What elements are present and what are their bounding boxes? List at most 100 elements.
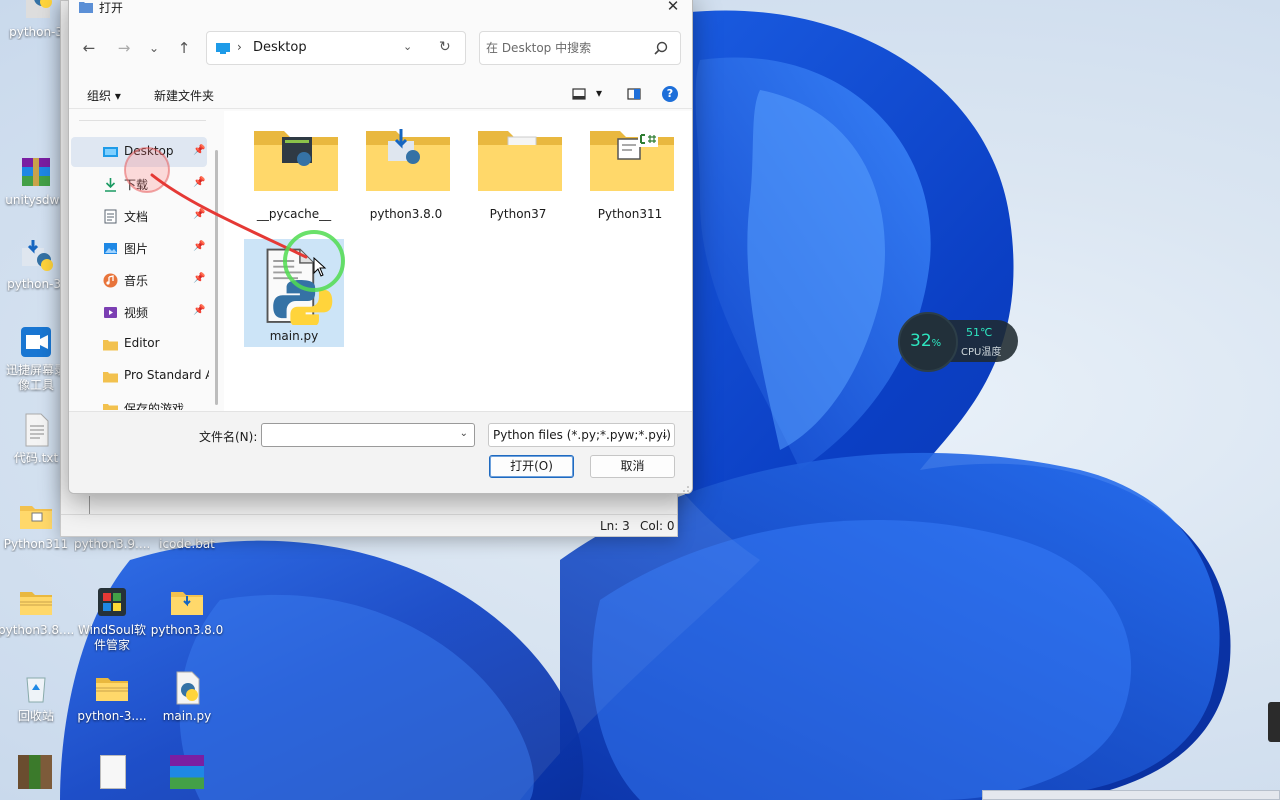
navigation-pane-scrollbar[interactable] — [215, 150, 218, 405]
sidebar-item-downloads[interactable]: 下载 📌 — [71, 169, 207, 199]
filename-input[interactable] — [266, 426, 446, 444]
folder-icon — [169, 584, 205, 620]
view-mode-icon[interactable] — [572, 88, 586, 100]
folder-icon — [590, 131, 674, 191]
desktop-icon-python38-zip[interactable]: python3.8.... — [0, 584, 74, 638]
file-item-label: Python37 — [489, 207, 547, 221]
desktop-icon-python380[interactable]: python3.8.0 — [149, 584, 225, 638]
sidebar-item-editor[interactable]: Editor — [71, 329, 207, 359]
desktop-icon-label: python3.9.... — [74, 537, 150, 551]
picture-icon — [104, 243, 117, 254]
file-item-label: __pycache__ — [256, 207, 332, 221]
winrar-icon — [18, 154, 54, 190]
file-item-python311[interactable]: Python311 — [580, 119, 680, 227]
search-input[interactable] — [486, 38, 646, 58]
breadcrumb-separator: › — [237, 40, 242, 54]
cpu-usage-percent: 32% — [910, 331, 942, 351]
address-bar[interactable]: › Desktop ⌄ ↻ — [206, 31, 466, 65]
python-file-icon — [169, 670, 205, 706]
screen-recorder-icon — [18, 324, 54, 360]
navigation-pane[interactable]: Desktop 📌 下载 📌 文档 📌 图片 📌 音乐 📌 视频 📌 Edito… — [69, 110, 209, 410]
sidebar-item-label: Editor — [124, 336, 160, 350]
python-installer-icon — [18, 238, 54, 274]
desktop-icon-blank-file-partial[interactable] — [100, 755, 126, 789]
dialog-title: 打开 — [99, 1, 124, 15]
sidebar-item-pro-standard[interactable]: Pro Standard A — [71, 361, 209, 391]
up-button[interactable]: ↑ — [173, 37, 195, 59]
cancel-button[interactable]: 取消 — [590, 455, 675, 478]
navigation-bar: ← → ⌄ ↑ › Desktop ⌄ ↻ — [69, 31, 692, 71]
file-item-python37[interactable]: Python37 — [468, 119, 568, 227]
text-file-icon — [18, 412, 54, 448]
pin-icon: 📌 — [193, 305, 206, 316]
help-button[interactable]: ? — [662, 86, 678, 102]
sidebar-item-label: 保存的游戏 — [124, 402, 185, 410]
recent-locations-button[interactable]: ⌄ — [143, 37, 165, 59]
sidebar-item-pictures[interactable]: 图片 📌 — [71, 233, 207, 263]
desktop-icon-label: main.py — [162, 709, 212, 723]
cpu-temperature-label: CPU温度 — [961, 347, 1002, 358]
file-item-python380[interactable]: python3.8.0 — [356, 119, 456, 227]
folder-open-icon — [79, 2, 93, 13]
sidebar-item-desktop[interactable]: Desktop 📌 — [71, 137, 207, 167]
desktop-icon-label: python3.8.0 — [150, 623, 224, 637]
desktop-icon-label: WindSoul软件管家 — [77, 623, 147, 652]
folder-icon — [366, 129, 450, 191]
download-icon — [105, 178, 116, 192]
open-button[interactable]: 打开(O) — [489, 455, 574, 478]
filename-combobox[interactable]: ⌄ — [261, 423, 475, 447]
zip-folder-icon — [18, 584, 54, 620]
sidebar-item-saved-games[interactable]: 保存的游戏 — [71, 393, 207, 410]
desktop-icon-windsoul[interactable]: WindSoul软件管家 — [74, 584, 150, 653]
sidebar-item-music[interactable]: 音乐 📌 — [71, 265, 207, 295]
search-box[interactable] — [479, 31, 681, 65]
file-item-label: main.py — [269, 329, 319, 343]
editor-gutter — [89, 496, 90, 516]
desktop-icon-winrar-partial[interactable] — [170, 755, 204, 789]
refresh-button[interactable]: ↻ — [439, 39, 451, 55]
back-button[interactable]: ← — [78, 37, 100, 59]
cpu-temperature-value: 51℃ — [966, 326, 993, 339]
breadcrumb-desktop[interactable]: Desktop — [253, 40, 307, 55]
folder-icon — [478, 131, 562, 191]
sidebar-item-videos[interactable]: 视频 📌 — [71, 297, 207, 327]
view-options-button[interactable]: ▾ — [596, 86, 602, 100]
desktop-icon-recycle-bin[interactable]: 回收站 — [0, 670, 74, 724]
desktop-icon-main-py[interactable]: main.py — [149, 670, 225, 724]
cpu-temperature-widget[interactable]: 32% 51℃ CPU温度 — [898, 312, 1020, 372]
file-type-value: Python files (*.py;*.pyw;*.pyi) — [493, 428, 671, 442]
address-dropdown-button[interactable]: ⌄ — [403, 40, 412, 53]
desktop-icon — [216, 43, 230, 54]
file-type-select[interactable]: Python files (*.py;*.pyw;*.pyi) ⌄ — [488, 423, 675, 447]
chevron-down-icon[interactable]: ⌄ — [661, 425, 669, 447]
close-button[interactable]: ✕ — [660, 0, 686, 17]
pin-icon: 📌 — [193, 273, 206, 284]
edge-panel-handle[interactable] — [1268, 702, 1280, 742]
desktop-icon-minecraft-partial[interactable] — [18, 755, 52, 789]
pin-icon: 📌 — [193, 209, 206, 220]
forward-button[interactable]: → — [113, 37, 135, 59]
search-icon — [654, 41, 668, 55]
new-folder-button[interactable]: 新建文件夹 — [154, 87, 214, 104]
recycle-bin-icon — [18, 670, 54, 706]
desktop-icon-python3-zip[interactable]: python-3.... — [74, 670, 150, 724]
dialog-titlebar[interactable]: 打开 ✕ — [69, 0, 692, 19]
open-file-dialog[interactable]: 打开 ✕ ← → ⌄ ↑ › Desktop ⌄ ↻ 组织 ▾ 新建文件夹 ▾ … — [68, 0, 693, 494]
video-icon — [104, 307, 117, 318]
organize-button[interactable]: 组织 ▾ — [87, 87, 121, 104]
file-item-label: Python311 — [597, 207, 663, 221]
desktop-icon-label: Python311 — [3, 537, 69, 551]
folder-icon — [103, 372, 118, 383]
file-item-pycache[interactable]: __pycache__ — [244, 119, 344, 227]
preview-pane-icon[interactable] — [627, 88, 641, 100]
mouse-cursor-icon — [313, 257, 327, 277]
music-icon — [103, 273, 118, 288]
folder-icon — [254, 131, 338, 191]
filename-label: 文件名(N): — [199, 430, 258, 444]
status-column: Col: 0 — [640, 519, 675, 533]
resize-grip-icon[interactable] — [682, 485, 690, 493]
background-window-edge — [982, 790, 1280, 800]
chevron-down-icon[interactable]: ⌄ — [460, 428, 468, 439]
sidebar-item-documents[interactable]: 文档 📌 — [71, 201, 207, 231]
document-icon — [104, 209, 117, 224]
